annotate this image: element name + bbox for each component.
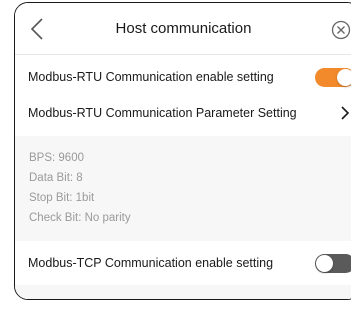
- rtu-enable-label: Modbus-RTU Communication enable setting: [28, 70, 274, 84]
- rtu-params-label: Modbus-RTU Communication Parameter Setti…: [28, 106, 297, 120]
- tcp-enable-label: Modbus-TCP Communication enable setting: [28, 256, 274, 270]
- toggle-knob: [316, 255, 333, 272]
- tcp-enable-row: Modbus-TCP Communication enable setting: [15, 241, 351, 286]
- param-bps: BPS: 9600: [29, 152, 84, 164]
- phone-frame: Host communication Modbus-RTU Communicat…: [14, 2, 351, 300]
- close-circle-icon[interactable]: [331, 20, 351, 40]
- param-data-bit: Data Bit: 8: [29, 172, 83, 184]
- bottom-spacer: [15, 285, 351, 299]
- param-check-bit: Check Bit: No parity: [29, 212, 131, 224]
- tcp-enable-toggle[interactable]: [315, 254, 351, 273]
- page-title: Host communication: [115, 20, 252, 37]
- header-bar: Host communication: [15, 3, 351, 55]
- rtu-enable-toggle[interactable]: [315, 68, 351, 87]
- chevron-right-icon: [341, 106, 350, 120]
- param-stop-bit: Stop Bit: 1bit: [29, 192, 95, 204]
- toggle-knob: [337, 69, 351, 86]
- rtu-params-summary: BPS: 9600 Data Bit: 8 Stop Bit: 1bit Che…: [15, 136, 351, 241]
- rtu-params-row[interactable]: Modbus-RTU Communication Parameter Setti…: [15, 91, 351, 136]
